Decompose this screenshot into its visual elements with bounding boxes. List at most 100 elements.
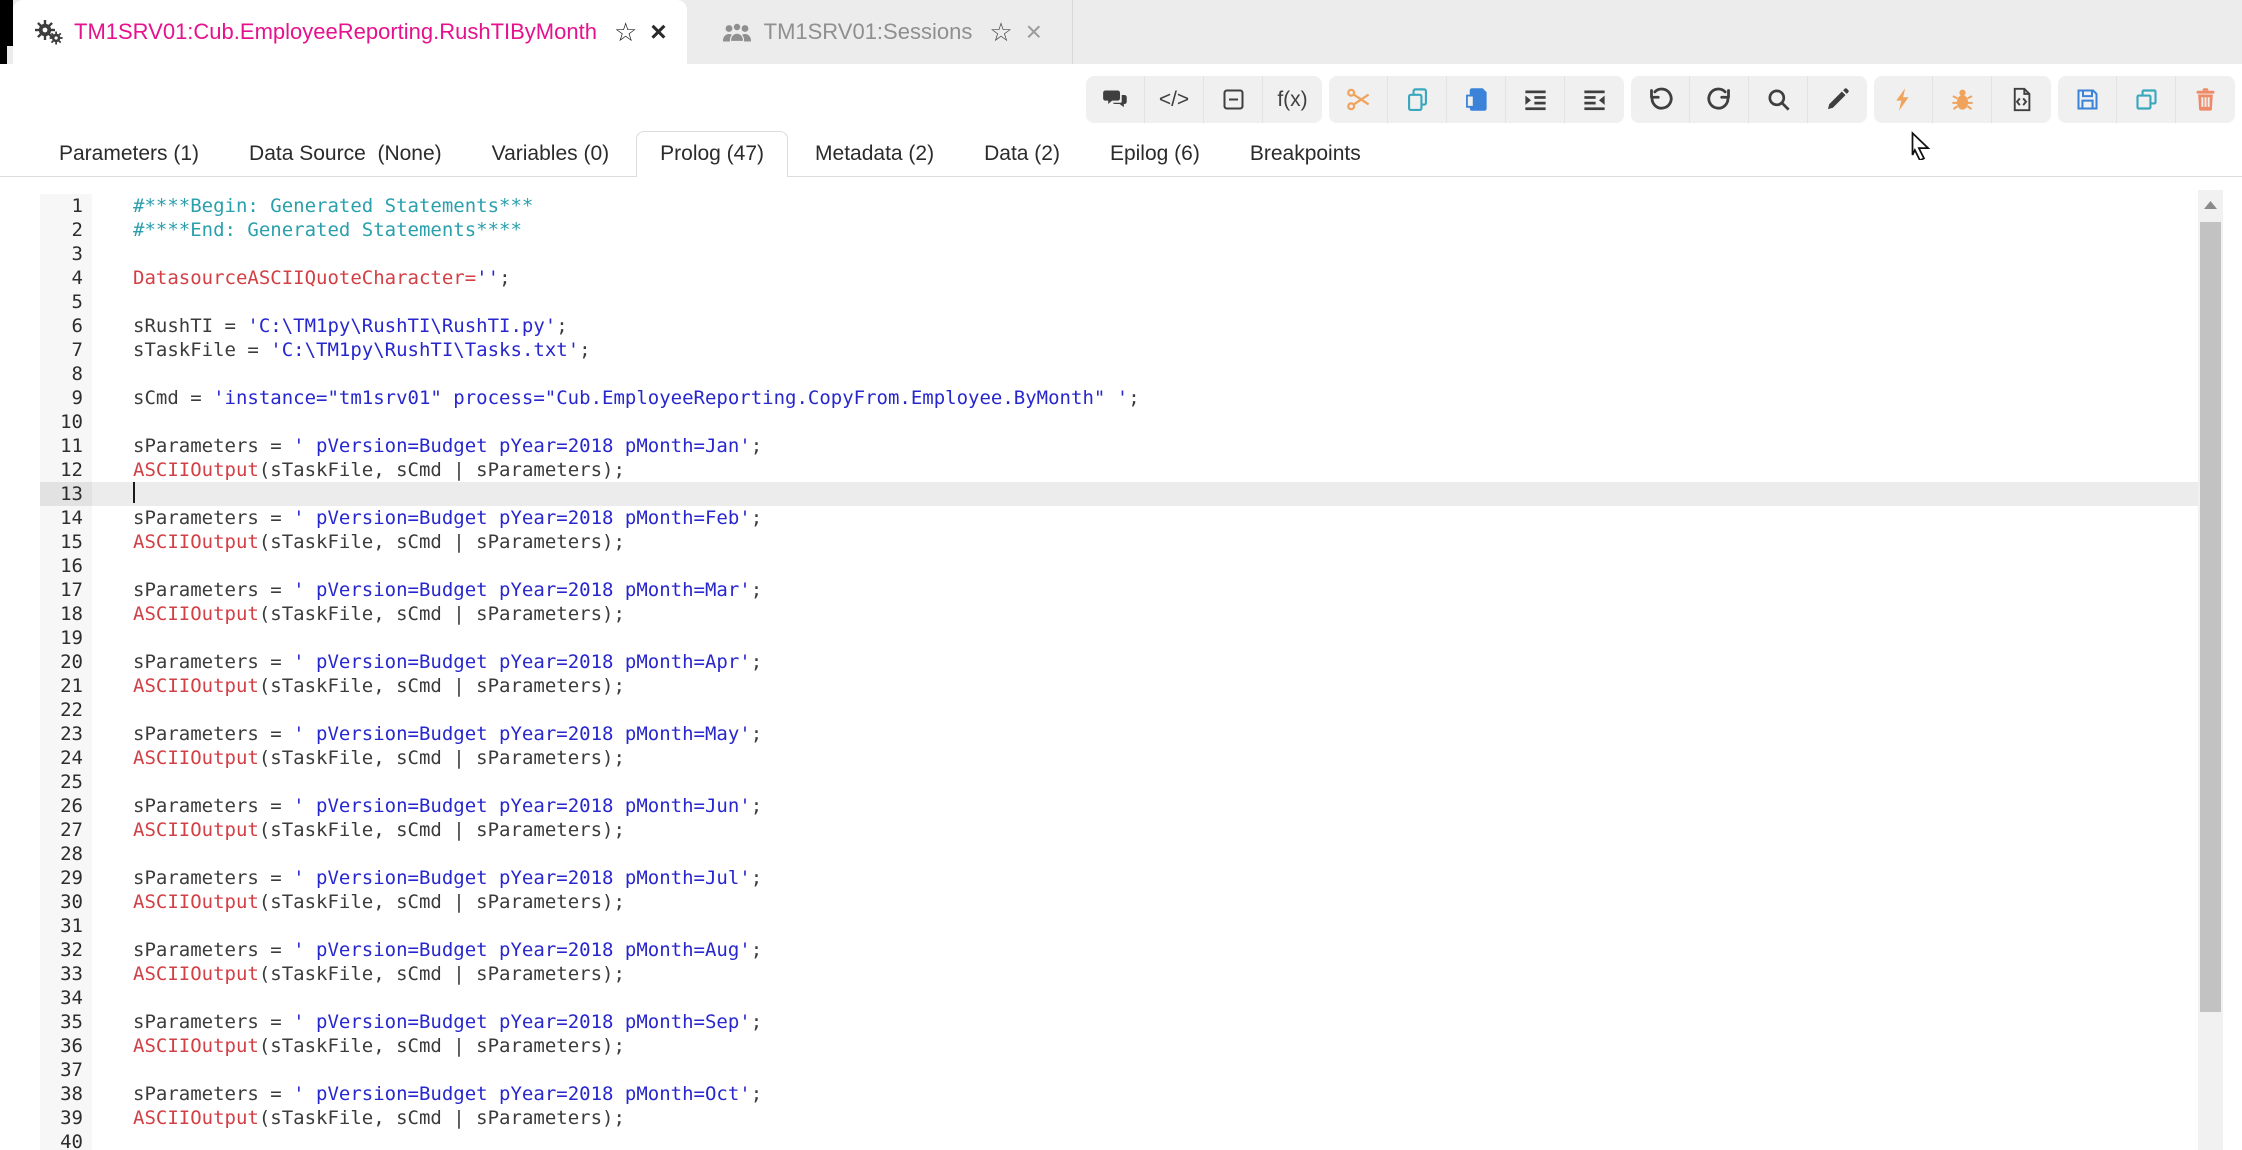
duplicate-button[interactable]	[2117, 76, 2176, 123]
line-number[interactable]: 18	[40, 602, 92, 626]
line-number[interactable]: 37	[40, 1058, 92, 1082]
code-line-text[interactable]	[92, 1058, 2198, 1082]
tab-data-source[interactable]: Data Source (None)	[226, 132, 465, 176]
code-line[interactable]: 39ASCIIOutput(sTaskFile, sCmd | sParamet…	[40, 1106, 2198, 1130]
tab-metadata[interactable]: Metadata (2)	[792, 132, 957, 176]
scroll-up-button[interactable]	[2198, 190, 2223, 220]
code-line-text[interactable]	[92, 626, 2198, 650]
code-line[interactable]: 32sParameters = ' pVersion=Budget pYear=…	[40, 938, 2198, 962]
delete-button[interactable]	[2176, 76, 2235, 123]
line-number[interactable]: 29	[40, 866, 92, 890]
code-line-text[interactable]: sParameters = ' pVersion=Budget pYear=20…	[92, 1010, 2198, 1034]
code-line[interactable]: 35sParameters = ' pVersion=Budget pYear=…	[40, 1010, 2198, 1034]
line-number[interactable]: 3	[40, 242, 92, 266]
code-line[interactable]: 1#****Begin: Generated Statements***	[40, 194, 2198, 218]
code-line[interactable]: 19	[40, 626, 2198, 650]
code-line[interactable]: 13	[40, 482, 2198, 506]
code-line-text[interactable]	[92, 1130, 2198, 1150]
code-line-text[interactable]	[92, 482, 2198, 506]
line-number[interactable]: 15	[40, 530, 92, 554]
line-number[interactable]: 17	[40, 578, 92, 602]
line-number[interactable]: 13	[40, 482, 92, 506]
line-number[interactable]: 31	[40, 914, 92, 938]
code-line-text[interactable]: sParameters = ' pVersion=Budget pYear=20…	[92, 506, 2198, 530]
code-line[interactable]: 24ASCIIOutput(sTaskFile, sCmd | sParamet…	[40, 746, 2198, 770]
code-line[interactable]: 5	[40, 290, 2198, 314]
line-number[interactable]: 12	[40, 458, 92, 482]
indent-button[interactable]	[1506, 76, 1565, 123]
code-line[interactable]: 33ASCIIOutput(sTaskFile, sCmd | sParamet…	[40, 962, 2198, 986]
line-number[interactable]: 9	[40, 386, 92, 410]
code-line-text[interactable]: sParameters = ' pVersion=Budget pYear=20…	[92, 938, 2198, 962]
view-source-button[interactable]	[1992, 76, 2051, 123]
code-line[interactable]: 30ASCIIOutput(sTaskFile, sCmd | sParamet…	[40, 890, 2198, 914]
code-line[interactable]: 17sParameters = ' pVersion=Budget pYear=…	[40, 578, 2198, 602]
code-line[interactable]: 7sTaskFile = 'C:\TM1py\RushTI\Tasks.txt'…	[40, 338, 2198, 362]
line-number[interactable]: 24	[40, 746, 92, 770]
code-line[interactable]: 9sCmd = 'instance="tm1srv01" process="Cu…	[40, 386, 2198, 410]
line-number[interactable]: 27	[40, 818, 92, 842]
close-icon[interactable]: ×	[650, 18, 666, 46]
code-line-text[interactable]: sCmd = 'instance="tm1srv01" process="Cub…	[92, 386, 2198, 410]
line-number[interactable]: 8	[40, 362, 92, 386]
code-line[interactable]: 6sRushTI = 'C:\TM1py\RushTI\RushTI.py';	[40, 314, 2198, 338]
code-line-text[interactable]: ASCIIOutput(sTaskFile, sCmd | sParameter…	[92, 458, 2198, 482]
code-editor[interactable]: 1#****Begin: Generated Statements***2#**…	[0, 186, 2198, 1150]
code-line[interactable]: 18ASCIIOutput(sTaskFile, sCmd | sParamet…	[40, 602, 2198, 626]
line-number[interactable]: 30	[40, 890, 92, 914]
code-line-text[interactable]: sParameters = ' pVersion=Budget pYear=20…	[92, 866, 2198, 890]
code-line[interactable]: 2#****End: Generated Statements****	[40, 218, 2198, 242]
edit-button[interactable]	[1808, 76, 1867, 123]
line-number[interactable]: 4	[40, 266, 92, 290]
close-icon[interactable]: ×	[1026, 18, 1042, 46]
outdent-button[interactable]	[1565, 76, 1624, 123]
code-line-text[interactable]: sParameters = ' pVersion=Budget pYear=20…	[92, 578, 2198, 602]
code-line-text[interactable]: sParameters = ' pVersion=Budget pYear=20…	[92, 722, 2198, 746]
line-number[interactable]: 34	[40, 986, 92, 1010]
tab-parameters[interactable]: Parameters (1)	[36, 132, 222, 176]
line-number[interactable]: 16	[40, 554, 92, 578]
code-line-text[interactable]	[92, 698, 2198, 722]
line-number[interactable]: 11	[40, 434, 92, 458]
line-number[interactable]: 39	[40, 1106, 92, 1130]
line-number[interactable]: 38	[40, 1082, 92, 1106]
code-line[interactable]: 16	[40, 554, 2198, 578]
code-line[interactable]: 25	[40, 770, 2198, 794]
code-line[interactable]: 20sParameters = ' pVersion=Budget pYear=…	[40, 650, 2198, 674]
search-button[interactable]	[1749, 76, 1808, 123]
window-tab-process[interactable]: TM1SRV01:Cub.EmployeeReporting.RushTIByM…	[13, 0, 687, 64]
code-line[interactable]: 14sParameters = ' pVersion=Budget pYear=…	[40, 506, 2198, 530]
code-line[interactable]: 38sParameters = ' pVersion=Budget pYear=…	[40, 1082, 2198, 1106]
tab-prolog[interactable]: Prolog (47)	[636, 131, 788, 177]
code-line[interactable]: 36ASCIIOutput(sTaskFile, sCmd | sParamet…	[40, 1034, 2198, 1058]
code-line-text[interactable]: ASCIIOutput(sTaskFile, sCmd | sParameter…	[92, 1034, 2198, 1058]
function-button[interactable]: f(x)	[1263, 76, 1322, 123]
code-line[interactable]: 12ASCIIOutput(sTaskFile, sCmd | sParamet…	[40, 458, 2198, 482]
code-line[interactable]: 27ASCIIOutput(sTaskFile, sCmd | sParamet…	[40, 818, 2198, 842]
code-line[interactable]: 34	[40, 986, 2198, 1010]
code-line[interactable]: 40	[40, 1130, 2198, 1150]
run-button[interactable]	[1874, 76, 1933, 123]
code-line-text[interactable]	[92, 362, 2198, 386]
code-line[interactable]: 10	[40, 410, 2198, 434]
code-line-text[interactable]	[92, 410, 2198, 434]
code-line-text[interactable]: sTaskFile = 'C:\TM1py\RushTI\Tasks.txt';	[92, 338, 2198, 362]
code-line-text[interactable]: ASCIIOutput(sTaskFile, sCmd | sParameter…	[92, 674, 2198, 698]
line-number[interactable]: 7	[40, 338, 92, 362]
line-number[interactable]: 33	[40, 962, 92, 986]
debug-button[interactable]	[1933, 76, 1992, 123]
code-line[interactable]: 15ASCIIOutput(sTaskFile, sCmd | sParamet…	[40, 530, 2198, 554]
code-line-text[interactable]	[92, 986, 2198, 1010]
code-line[interactable]: 37	[40, 1058, 2198, 1082]
paste-button[interactable]	[1447, 76, 1506, 123]
collapse-button[interactable]	[1204, 76, 1263, 123]
copy-button[interactable]	[1388, 76, 1447, 123]
code-line-text[interactable]	[92, 914, 2198, 938]
code-line-text[interactable]: sParameters = ' pVersion=Budget pYear=20…	[92, 794, 2198, 818]
line-number[interactable]: 40	[40, 1130, 92, 1150]
line-number[interactable]: 28	[40, 842, 92, 866]
line-number[interactable]: 25	[40, 770, 92, 794]
line-number[interactable]: 20	[40, 650, 92, 674]
editor-scrollbar[interactable]	[2198, 190, 2223, 1150]
code-line-text[interactable]: ASCIIOutput(sTaskFile, sCmd | sParameter…	[92, 1106, 2198, 1130]
